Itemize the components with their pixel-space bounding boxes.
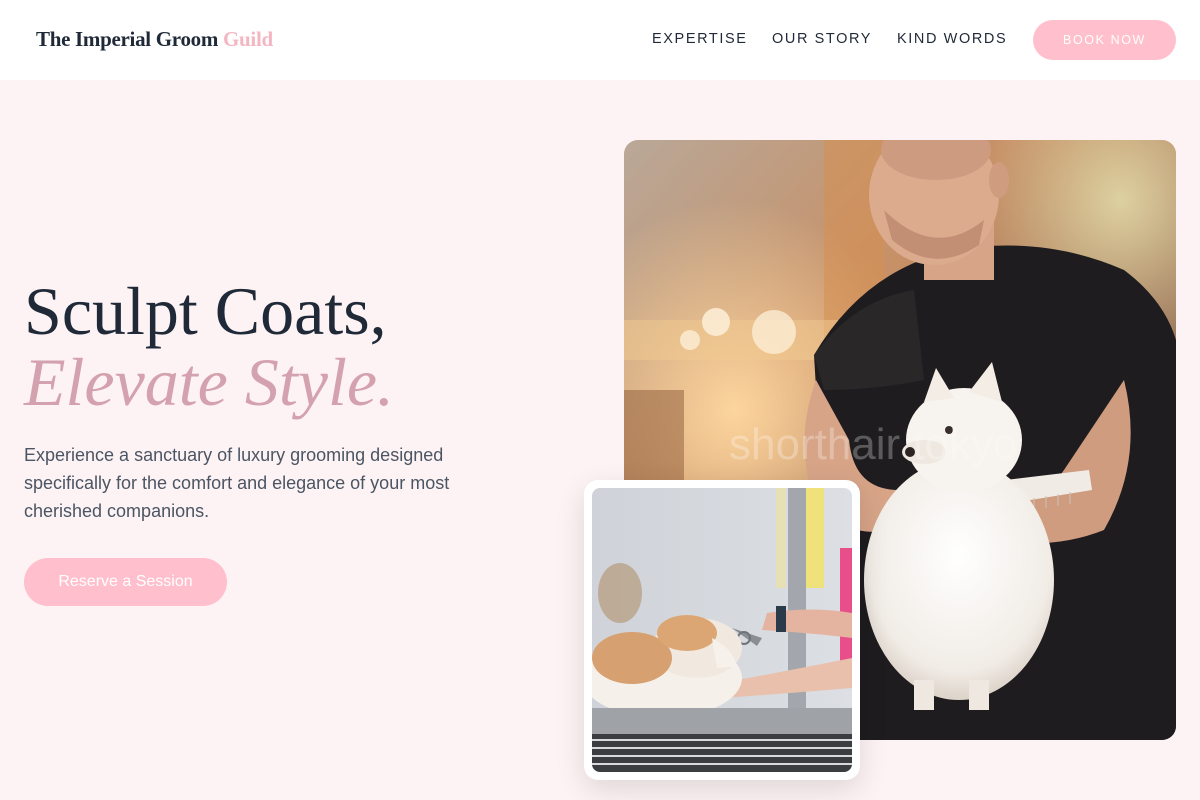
hero-headline-italic: Elevate Style. [24,344,395,420]
book-now-button[interactable]: BOOK NOW [1033,20,1176,60]
hero-description: Experience a sanctuary of luxury groomin… [24,445,450,521]
nav-link-kind-words[interactable]: KIND WORDS [897,31,1007,47]
site-header: The Imperial Groom Guild EXPERTISE OUR S… [0,0,1200,80]
reserve-session-button[interactable]: Reserve a Session [24,558,227,606]
inset-photo-card [584,480,860,780]
photo-watermark: shorthair tokyo [729,420,1018,469]
hero-headline: Sculpt Coats, [24,273,387,349]
brand-name: The Imperial Groom [36,27,219,51]
nav-link-expertise[interactable]: EXPERTISE [652,31,748,47]
cat-grooming-photo [592,488,852,772]
brand-logo[interactable]: The Imperial Groom Guild [36,27,273,52]
nav-link-our-story[interactable]: OUR STORY [772,31,872,47]
brand-name-accent: Guild [223,27,273,51]
